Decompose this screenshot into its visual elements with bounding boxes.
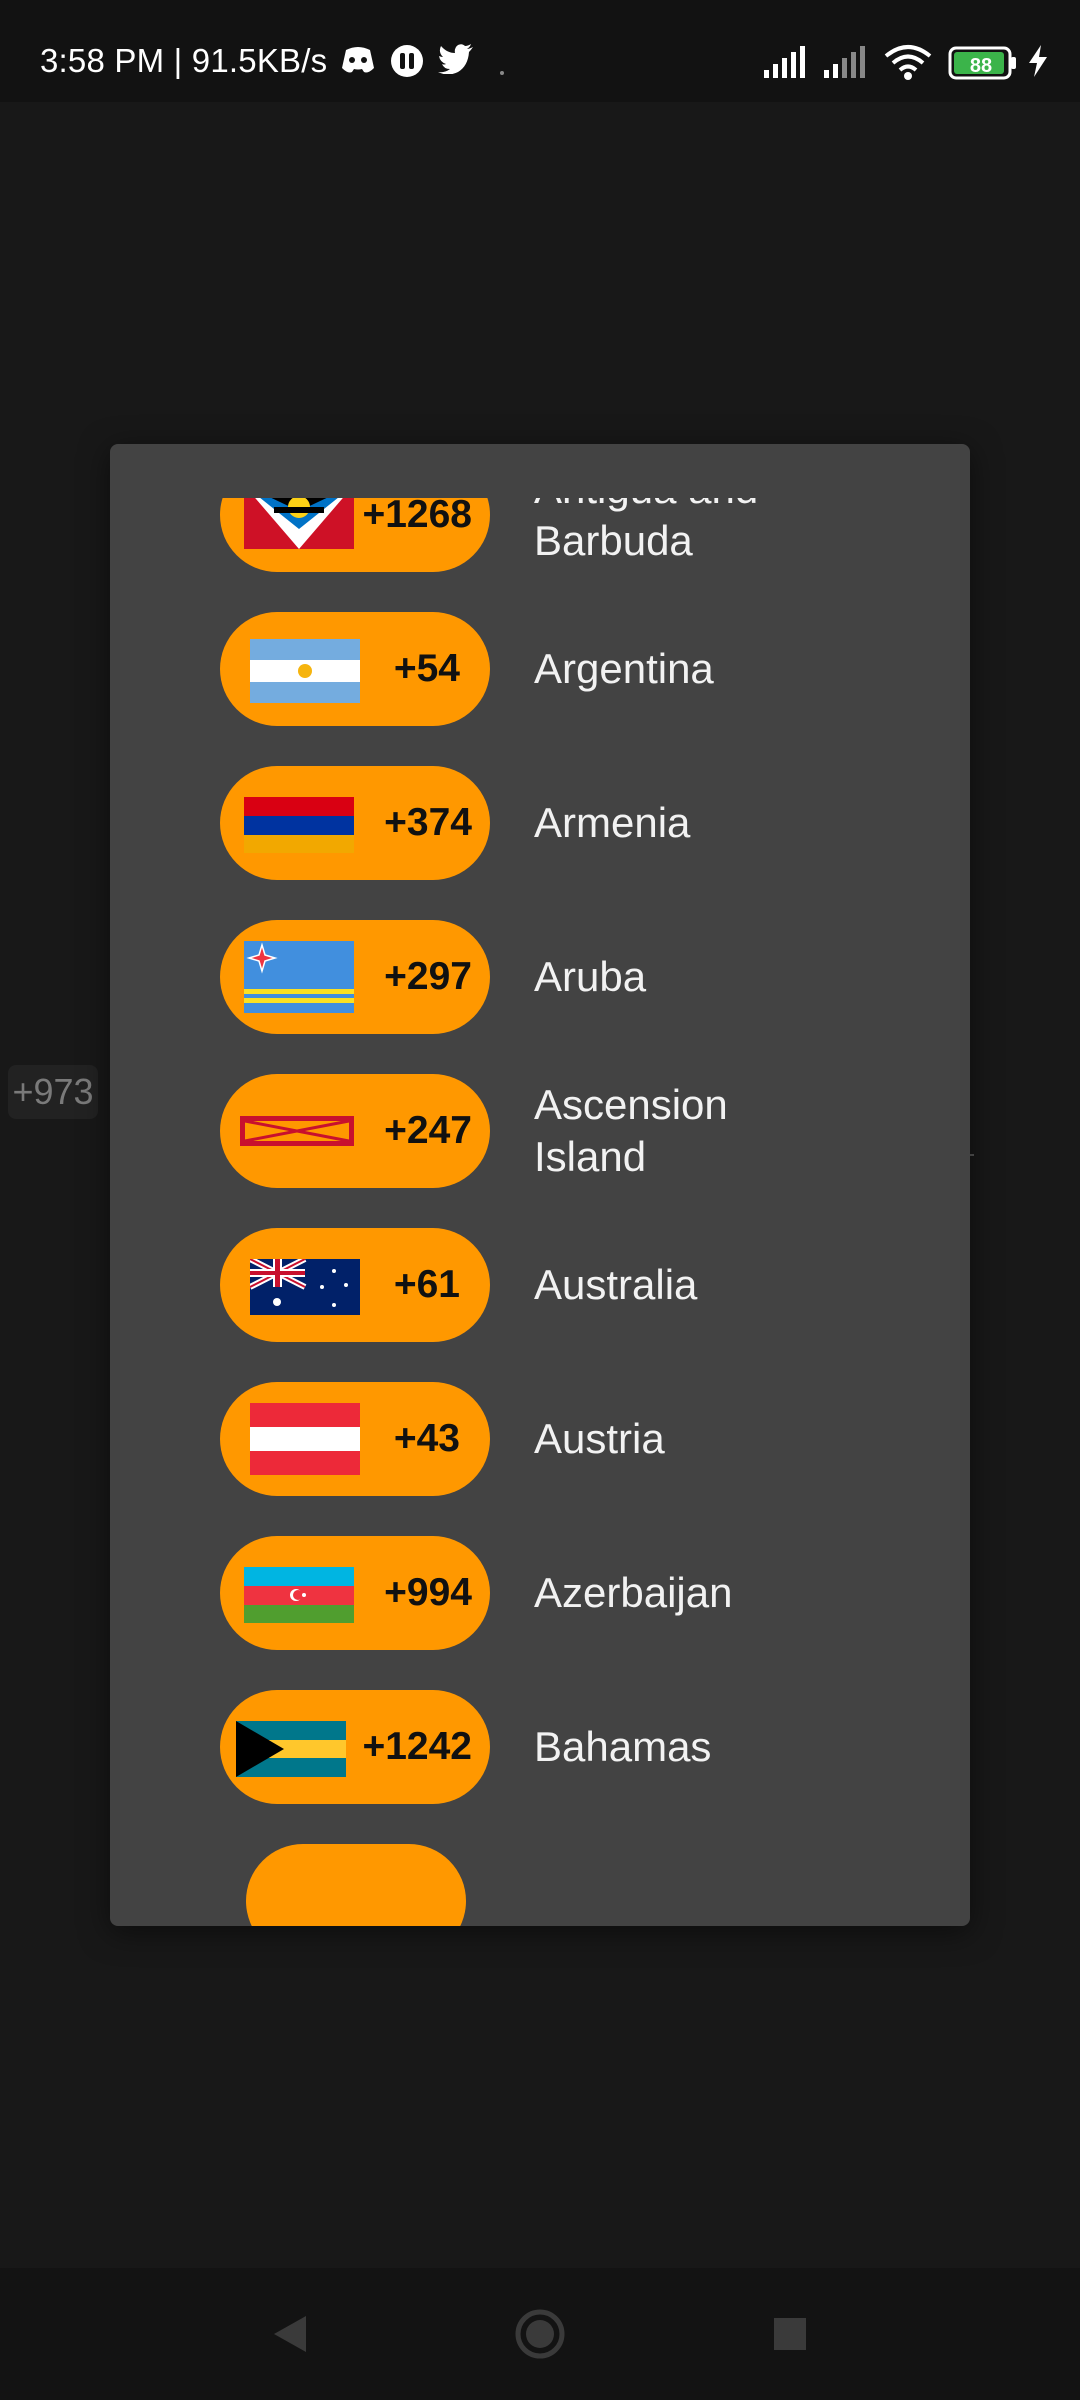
system-icons: 88 xyxy=(762,44,1062,84)
country-code: +297 xyxy=(384,955,472,998)
country-list: +1268 Antigua and Barbuda +54 Argentina xyxy=(110,498,970,1926)
status-time-speed: 3:58 PM | 91.5KB/s xyxy=(40,42,328,79)
country-code: +54 xyxy=(393,647,460,690)
country-name: Aruba xyxy=(534,953,647,1000)
country-list-viewport[interactable]: +1268 Antigua and Barbuda +54 Argentina xyxy=(110,498,970,1926)
country-row-azerbaijan[interactable]: +994 Azerbaijan xyxy=(110,1536,970,1690)
signal-icon xyxy=(762,44,810,85)
armenia-flag-icon xyxy=(244,797,354,853)
country-code-pill[interactable]: +54 xyxy=(220,612,490,726)
country-code-pill[interactable]: +1268 xyxy=(220,498,490,572)
country-code-pill[interactable]: +43 xyxy=(220,1382,490,1496)
country-name: Austria xyxy=(534,1415,665,1462)
country-code: +247 xyxy=(384,1109,472,1152)
country-row-austria[interactable]: +43 Austria xyxy=(110,1382,970,1536)
dot-icon xyxy=(500,62,504,80)
country-code: +374 xyxy=(384,801,472,844)
charging-icon xyxy=(1026,44,1050,83)
battery-level: 88 xyxy=(969,55,993,77)
country-code: +61 xyxy=(393,1263,460,1306)
country-name: Antigua and Barbuda xyxy=(534,498,758,564)
discord-icon xyxy=(340,44,376,81)
country-name: Azerbaijan xyxy=(534,1569,733,1616)
country-row-partial[interactable] xyxy=(110,1844,970,1926)
country-code-pill[interactable]: +994 xyxy=(220,1536,490,1650)
status-bar: 3:58 PM | 91.5KB/s 88 xyxy=(0,0,1080,102)
country-code-pill[interactable]: +374 xyxy=(220,766,490,880)
country-code-pill[interactable]: +61 xyxy=(220,1228,490,1342)
back-button[interactable] xyxy=(262,2306,318,2362)
home-button[interactable] xyxy=(512,2306,568,2362)
country-row-australia[interactable]: +61 Australia xyxy=(110,1228,970,1382)
country-code-pill[interactable]: +1242 xyxy=(220,1690,490,1804)
wifi-icon xyxy=(884,44,932,85)
signal-icon xyxy=(822,44,870,85)
country-row-ascension[interactable]: +247 Ascension Island xyxy=(110,1074,970,1228)
country-code: +994 xyxy=(384,1571,472,1614)
bahamas-flag-icon xyxy=(236,1721,346,1777)
australia-flag-icon xyxy=(250,1259,360,1315)
azerbaijan-flag-icon xyxy=(244,1567,354,1623)
country-row-antigua[interactable]: +1268 Antigua and Barbuda xyxy=(110,498,970,612)
country-row-bahamas[interactable]: +1242 Bahamas xyxy=(110,1690,970,1844)
antigua-flag-icon xyxy=(244,498,354,549)
country-code-pill[interactable]: +247 xyxy=(220,1074,490,1188)
country-code: +43 xyxy=(393,1417,460,1460)
country-picker-dialog: +1268 Antigua and Barbuda +54 Argentina xyxy=(110,444,970,1926)
country-name: Ascension Island xyxy=(534,1081,728,1180)
recents-button[interactable] xyxy=(762,2306,818,2362)
country-row-argentina[interactable]: +54 Argentina xyxy=(110,612,970,766)
country-code-pill[interactable] xyxy=(246,1844,466,1926)
battery-icon: 88 xyxy=(948,46,1018,80)
twitter-icon xyxy=(438,44,474,79)
country-name: Armenia xyxy=(534,799,691,846)
ascension-flag-icon xyxy=(240,1116,354,1146)
navigation-bar xyxy=(0,2268,1080,2400)
country-code: +1242 xyxy=(362,1725,472,1768)
austria-flag-icon xyxy=(250,1403,360,1475)
country-name: Bahamas xyxy=(534,1723,712,1770)
country-name: Australia xyxy=(534,1261,698,1308)
country-row-aruba[interactable]: +297 Aruba xyxy=(110,920,970,1074)
aruba-flag-icon xyxy=(244,941,354,1013)
country-code: +1268 xyxy=(362,498,472,536)
mastodon-icon xyxy=(390,44,424,83)
country-row-armenia[interactable]: +374 Armenia xyxy=(110,766,970,920)
country-name: Argentina xyxy=(534,645,714,692)
country-code-pill[interactable]: +297 xyxy=(220,920,490,1034)
selected-country-code[interactable]: +973 xyxy=(8,1065,98,1119)
argentina-flag-icon xyxy=(250,639,360,703)
